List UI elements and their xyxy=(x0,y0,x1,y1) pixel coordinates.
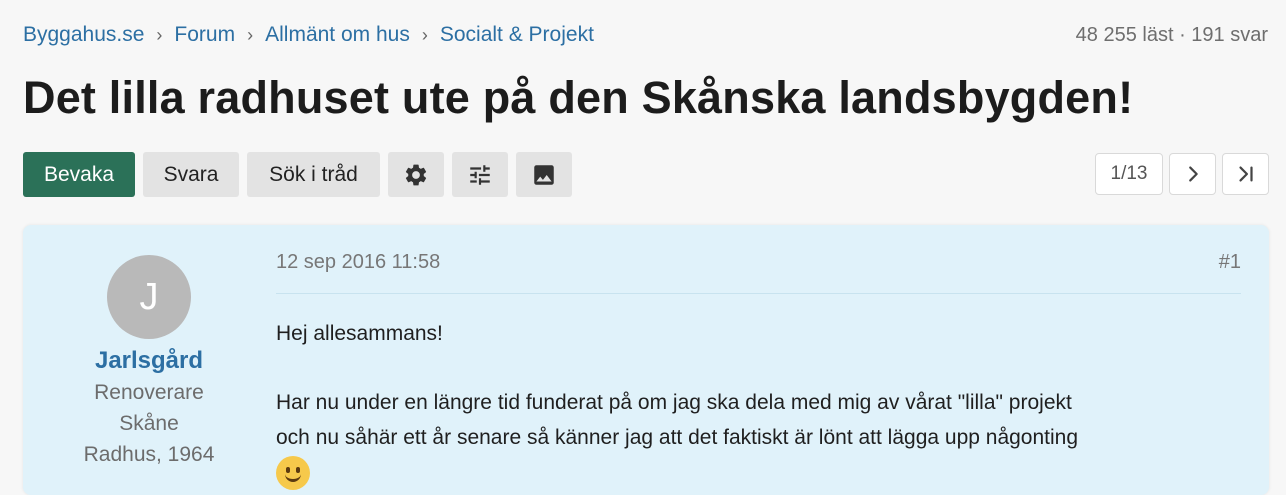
post-number[interactable]: #1 xyxy=(1219,251,1241,293)
breadcrumb-home[interactable]: Byggahus.se xyxy=(23,23,144,47)
image-icon xyxy=(534,164,554,185)
user-role: Renoverare xyxy=(94,381,204,404)
breadcrumb-separator: › xyxy=(247,24,254,45)
breadcrumb-separator: › xyxy=(156,24,163,45)
breadcrumb: Byggahus.se › Forum › Allmänt om hus › S… xyxy=(23,23,594,47)
user-info: Jarlsgård Renoverare Skåne Radhus, 1964 xyxy=(23,345,275,470)
chevron-right-icon xyxy=(1188,166,1198,182)
next-page-button[interactable] xyxy=(1169,153,1216,195)
last-page-button[interactable] xyxy=(1222,153,1269,195)
post-body: Hej allesammans! Har nu under en längre … xyxy=(276,316,1079,491)
pagination: 1/13 xyxy=(1095,153,1269,195)
username-link[interactable]: Jarlsgård xyxy=(23,345,275,377)
thread-actions: Bevaka Svara Sök i tråd xyxy=(23,152,572,197)
thread-stats: 48 255 läst · 191 svar xyxy=(1075,23,1268,46)
gallery-button[interactable] xyxy=(516,152,572,197)
search-thread-button[interactable]: Sök i tråd xyxy=(247,152,380,197)
watch-button[interactable]: Bevaka xyxy=(23,152,135,197)
reply-button[interactable]: Svara xyxy=(143,152,239,197)
user-region: Skåne xyxy=(119,412,179,435)
page-indicator[interactable]: 1/13 xyxy=(1095,153,1163,195)
skip-last-icon xyxy=(1238,166,1253,182)
sliders-icon xyxy=(470,164,490,185)
smiley-icon xyxy=(276,456,310,491)
post-meta: 12 sep 2016 11:58 #1 xyxy=(276,251,1241,294)
thread-title: Det lilla radhuset ute på den Skånska la… xyxy=(23,72,1134,123)
top-bar: Byggahus.se › Forum › Allmänt om hus › S… xyxy=(23,20,1268,50)
post-paragraph: Har nu under en längre tid funderat på o… xyxy=(276,391,1072,414)
post-timestamp[interactable]: 12 sep 2016 11:58 xyxy=(276,251,440,293)
breadcrumb-separator: › xyxy=(421,24,428,45)
post-paragraph: Hej allesammans! xyxy=(276,322,443,345)
breadcrumb-subforum[interactable]: Socialt & Projekt xyxy=(440,23,594,47)
user-house: Radhus, 1964 xyxy=(83,443,215,466)
post-paragraph: och nu såhär ett år senare så känner jag… xyxy=(276,426,1079,449)
forum-post: J Jarlsgård Renoverare Skåne Radhus, 196… xyxy=(23,225,1269,495)
filter-button[interactable] xyxy=(452,152,508,197)
breadcrumb-category[interactable]: Allmänt om hus xyxy=(265,23,410,47)
avatar[interactable]: J xyxy=(107,255,191,339)
gear-icon xyxy=(405,164,427,185)
breadcrumb-forum[interactable]: Forum xyxy=(174,23,235,47)
settings-button[interactable] xyxy=(388,152,444,197)
